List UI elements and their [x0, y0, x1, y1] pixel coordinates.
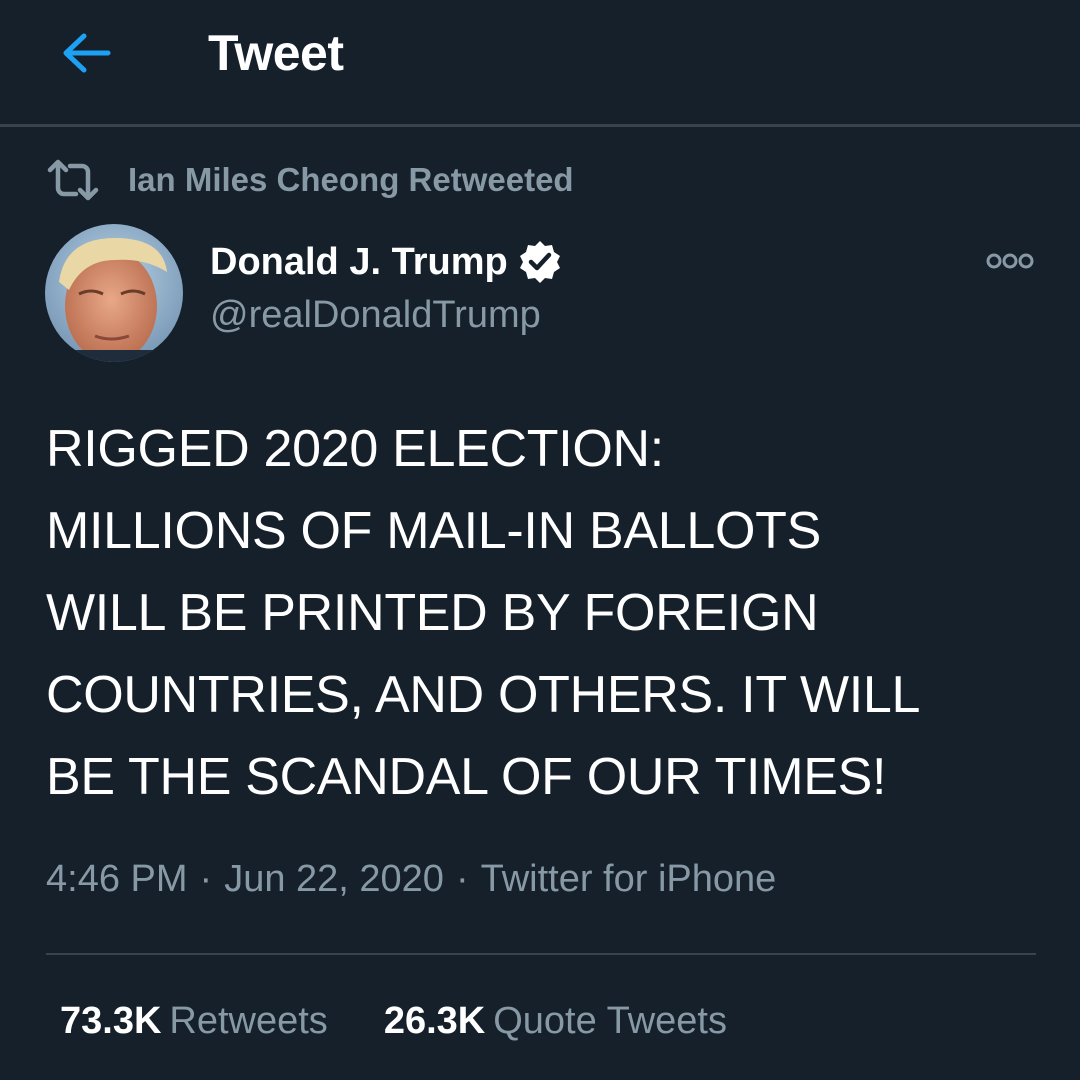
tweet-source[interactable]: Twitter for iPhone — [481, 858, 777, 900]
tweet-time[interactable]: 4:46 PM — [46, 858, 188, 900]
retweets-stat[interactable]: 73.3K Retweets — [60, 1000, 328, 1043]
more-options-button[interactable] — [986, 250, 1034, 272]
retweet-icon — [47, 159, 99, 201]
verified-badge-icon — [519, 241, 560, 283]
author-name[interactable]: Donald J. Trump — [210, 238, 564, 286]
retweets-count: 73.3K — [60, 1000, 162, 1042]
back-button[interactable] — [60, 30, 112, 76]
arrow-left-icon — [63, 33, 111, 73]
separator-dot: · — [455, 858, 469, 900]
engagement-stats: 73.3K Retweets 26.3K Quote Tweets — [60, 1000, 783, 1043]
avatar[interactable] — [45, 224, 183, 362]
tweet-text: RIGGED 2020 ELECTION: MILLIONS OF MAIL-I… — [46, 420, 921, 806]
profile-photo — [45, 224, 183, 362]
separator-dot: · — [199, 858, 213, 900]
quote-tweets-count: 26.3K — [383, 1000, 486, 1042]
quote-tweets-label: Quote Tweets — [493, 1000, 727, 1042]
divider — [46, 953, 1036, 955]
tweet-date[interactable]: Jun 22, 2020 — [224, 858, 444, 900]
display-name: Donald J. Trump — [210, 240, 508, 283]
more-options-icon — [986, 253, 1034, 269]
quote-tweets-stat[interactable]: 26.3K Quote Tweets — [384, 1000, 727, 1043]
author-handle[interactable]: @realDonaldTrump — [210, 294, 541, 337]
top-bar: Tweet — [0, 0, 1080, 127]
retweeted-by-label: Ian Miles Cheong Retweeted — [128, 161, 574, 198]
page-title: Tweet — [208, 25, 344, 81]
social-context[interactable]: Ian Miles Cheong Retweeted — [46, 158, 574, 202]
tweet-metadata: 4:46 PM · Jun 22, 2020 · Twitter for iPhone — [46, 858, 776, 901]
retweets-label: Retweets — [169, 1000, 328, 1042]
